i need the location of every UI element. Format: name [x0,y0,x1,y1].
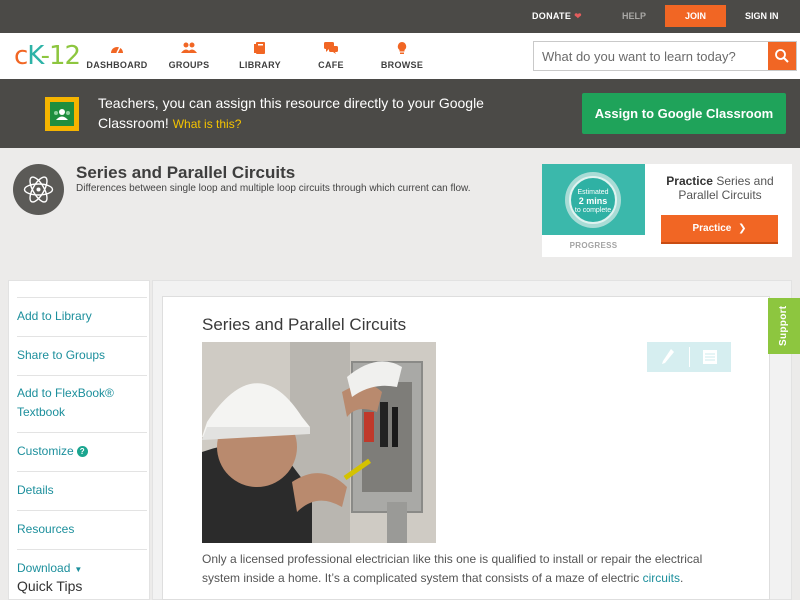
what-is-this-link[interactable]: What is this? [173,117,242,131]
assign-to-classroom-button[interactable]: Assign to Google Classroom [582,93,786,134]
estimated-label: Estimated [577,189,609,196]
top-utility-bar: DONATE ❤ HELP JOIN SIGN IN [0,0,800,33]
help-link[interactable]: HELP [622,11,646,21]
join-button[interactable]: JOIN [665,5,726,27]
article-body-text: Only a licensed professional electrician… [202,552,703,585]
ck12-logo[interactable]: cK-12 [14,41,81,71]
sidebar-menu: Add to Library Share to Groups Add to Fl… [17,297,147,589]
logo-12: -12 [40,41,81,71]
article-body-end: . [679,571,684,585]
nav-library[interactable]: LIBRARY [225,41,295,70]
nav-groups[interactable]: GROUPS [154,41,224,70]
donate-link[interactable]: DONATE ❤ [532,11,582,22]
progress-label: PROGRESS [569,241,618,250]
electrician-photo [202,342,436,543]
sidebar-item-label: Download [17,561,71,575]
chevron-right-icon: ❯ [738,223,747,234]
browse-icon [367,41,437,57]
sidebar-item-add-to-flexbook[interactable]: Add to FlexBook® Textbook [17,375,147,432]
estimated-mins: 2 mins [578,196,608,206]
estimate-ring: Estimated 2 mins to complete [565,172,621,228]
search-box [533,41,797,71]
page-title: Series and Parallel Circuits [76,163,296,182]
nav-browse-label: BROWSE [380,60,424,70]
dashboard-icon [82,41,152,57]
groups-icon [154,41,224,57]
sidebar-item-label: Add to FlexBook® Textbook [17,386,114,419]
practice-title: Practice Series and Parallel Circuits [654,174,786,202]
nav-browse[interactable]: BROWSE [367,41,437,70]
search-input[interactable] [534,42,768,70]
logo-k: K [27,41,41,71]
nav-cafe[interactable]: CAFE [296,41,366,70]
sidebar-item-label: Resources [17,522,75,536]
classroom-message-text: Teachers, you can assign this resource d… [98,95,484,131]
library-icon [225,41,295,57]
atom-icon [13,164,64,215]
sidebar-item-label: Customize [17,444,74,458]
notes-icon[interactable] [702,349,718,370]
support-label: Support [778,305,789,346]
practice-button-label: Practice [692,223,732,234]
practice-card: Estimated 2 mins to complete PROGRESS Pr… [542,164,792,257]
quick-tips-heading: Quick Tips [17,578,83,594]
sidebar-item-details[interactable]: Details [17,471,147,510]
article-title: Series and Parallel Circuits [202,315,407,334]
nav-dashboard[interactable]: DASHBOARD [82,41,152,70]
sidebar-item-customize[interactable]: Customize? [17,432,147,471]
estimate-text: Estimated 2 mins to complete [569,176,617,224]
article-body: Only a licensed professional electrician… [202,550,742,588]
to-complete-label: to complete [574,207,612,214]
sidebar-item-label: Share to Groups [17,348,106,362]
classroom-message: Teachers, you can assign this resource d… [98,93,518,134]
logo-c: c [14,41,28,71]
nav-dashboard-label: DASHBOARD [86,60,148,70]
donate-label: DONATE [532,11,572,21]
article-tools [647,342,731,372]
caret-down-icon: ▼ [74,565,83,574]
help-icon[interactable]: ? [76,446,88,458]
sidebar-item-share-to-groups[interactable]: Share to Groups [17,336,147,375]
heart-icon: ❤ [574,11,582,21]
page-subtitle: Differences between single loop and mult… [76,183,471,194]
nav-cafe-label: CAFE [318,60,344,70]
practice-button[interactable]: Practice ❯ [661,215,778,244]
sidebar-item-resources[interactable]: Resources [17,510,147,549]
search-icon [775,49,789,63]
circuits-link[interactable]: circuits [643,571,680,585]
cafe-icon [296,41,366,57]
nav-library-label: LIBRARY [239,60,281,70]
sidebar-item-add-to-library[interactable]: Add to Library [17,297,147,336]
tools-divider [689,347,690,367]
estimate-badge: Estimated 2 mins to complete [542,164,645,235]
sidebar-item-label: Add to Library [17,309,92,323]
support-tab[interactable]: Support [768,298,800,354]
nav-groups-label: GROUPS [168,60,210,70]
google-classroom-icon [45,97,79,131]
practice-title-bold: Practice [666,174,713,188]
main-navigation: cK-12 DASHBOARD GROUPS LIBRARY CAFE BROW… [0,33,800,79]
pencil-icon[interactable] [661,348,675,371]
sign-in-link[interactable]: SIGN IN [745,11,779,21]
sidebar-item-label: Details [17,483,54,497]
sidebar: Add to Library Share to Groups Add to Fl… [8,280,150,600]
search-button[interactable] [768,42,796,70]
